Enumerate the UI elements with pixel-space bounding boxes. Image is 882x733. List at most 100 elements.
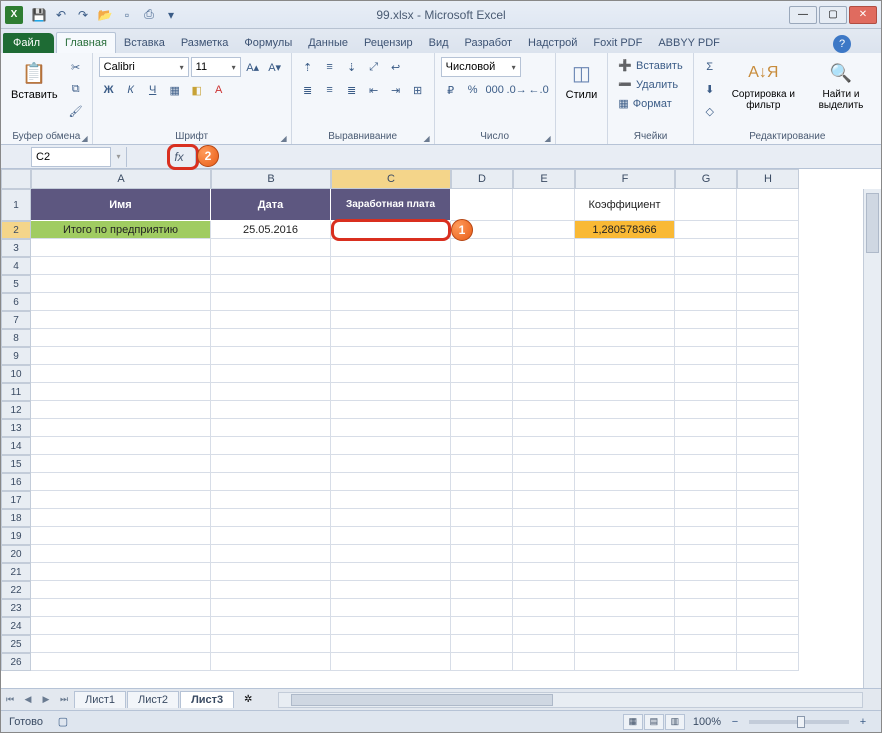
- cell-a21[interactable]: [31, 563, 211, 581]
- cell-g23[interactable]: [675, 599, 737, 617]
- cell-e16[interactable]: [513, 473, 575, 491]
- cell-e3[interactable]: [513, 239, 575, 257]
- cell-h26[interactable]: [737, 653, 799, 671]
- clear-icon[interactable]: ◇: [700, 101, 720, 121]
- cell-e4[interactable]: [513, 257, 575, 275]
- cell-f19[interactable]: [575, 527, 675, 545]
- sort-filter-button[interactable]: A↓Я Сортировка и фильтр: [724, 57, 803, 113]
- cell-d21[interactable]: [451, 563, 513, 581]
- cell-h24[interactable]: [737, 617, 799, 635]
- paste-button[interactable]: 📋 Вставить: [7, 57, 62, 103]
- cell-b24[interactable]: [211, 617, 331, 635]
- help-icon[interactable]: ?: [833, 35, 851, 53]
- cell-f8[interactable]: [575, 329, 675, 347]
- cell-a24[interactable]: [31, 617, 211, 635]
- cell-e21[interactable]: [513, 563, 575, 581]
- row-header-10[interactable]: 10: [1, 365, 31, 383]
- cell-e23[interactable]: [513, 599, 575, 617]
- align-center-icon[interactable]: ≡: [320, 80, 340, 100]
- cell-a20[interactable]: [31, 545, 211, 563]
- cell-h12[interactable]: [737, 401, 799, 419]
- cell-f12[interactable]: [575, 401, 675, 419]
- cell-e20[interactable]: [513, 545, 575, 563]
- cell-e15[interactable]: [513, 455, 575, 473]
- cell-c26[interactable]: [331, 653, 451, 671]
- col-header-c[interactable]: C: [331, 169, 451, 189]
- cell-c8[interactable]: [331, 329, 451, 347]
- cell-g21[interactable]: [675, 563, 737, 581]
- cell-h21[interactable]: [737, 563, 799, 581]
- cell-e10[interactable]: [513, 365, 575, 383]
- tab-nav-first-icon[interactable]: ⏮: [1, 691, 19, 709]
- col-header-a[interactable]: A: [31, 169, 211, 189]
- cell-g16[interactable]: [675, 473, 737, 491]
- cell-h8[interactable]: [737, 329, 799, 347]
- tab-formulas[interactable]: Формулы: [236, 33, 300, 53]
- row-header-4[interactable]: 4: [1, 257, 31, 275]
- cell-c24[interactable]: [331, 617, 451, 635]
- col-header-e[interactable]: E: [513, 169, 575, 189]
- cell-f22[interactable]: [575, 581, 675, 599]
- cell-f16[interactable]: [575, 473, 675, 491]
- cut-icon[interactable]: ✂: [66, 57, 86, 77]
- cell-b26[interactable]: [211, 653, 331, 671]
- cell-a11[interactable]: [31, 383, 211, 401]
- name-box-dropdown-icon[interactable]: ▾: [111, 147, 127, 167]
- wrap-text-icon[interactable]: ↩: [386, 57, 406, 77]
- cell-g17[interactable]: [675, 491, 737, 509]
- number-launcher-icon[interactable]: ◢: [544, 134, 550, 143]
- cell-g6[interactable]: [675, 293, 737, 311]
- cell-h9[interactable]: [737, 347, 799, 365]
- row-header-13[interactable]: 13: [1, 419, 31, 437]
- cell-e24[interactable]: [513, 617, 575, 635]
- currency-icon[interactable]: ₽: [441, 80, 461, 100]
- align-left-icon[interactable]: ≣: [298, 80, 318, 100]
- cell-e11[interactable]: [513, 383, 575, 401]
- cell-d12[interactable]: [451, 401, 513, 419]
- align-top-icon[interactable]: ⇡: [298, 57, 318, 77]
- cell-c9[interactable]: [331, 347, 451, 365]
- row-header-3[interactable]: 3: [1, 239, 31, 257]
- close-button[interactable]: ✕: [849, 6, 877, 24]
- cell-d9[interactable]: [451, 347, 513, 365]
- cell-g14[interactable]: [675, 437, 737, 455]
- cell-e26[interactable]: [513, 653, 575, 671]
- cell-b14[interactable]: [211, 437, 331, 455]
- redo-icon[interactable]: ↷: [73, 5, 93, 25]
- cell-f9[interactable]: [575, 347, 675, 365]
- cell-g1[interactable]: [675, 189, 737, 221]
- zoom-thumb[interactable]: [797, 716, 805, 728]
- cell-a16[interactable]: [31, 473, 211, 491]
- decrease-font-icon[interactable]: A▾: [265, 57, 285, 77]
- cell-b13[interactable]: [211, 419, 331, 437]
- view-normal-icon[interactable]: ▦: [623, 714, 643, 730]
- cell-e18[interactable]: [513, 509, 575, 527]
- cell-e7[interactable]: [513, 311, 575, 329]
- sheet-tab-1[interactable]: Лист1: [74, 691, 126, 708]
- row-header-11[interactable]: 11: [1, 383, 31, 401]
- cell-a2[interactable]: Итого по предприятию: [31, 221, 211, 239]
- cell-b8[interactable]: [211, 329, 331, 347]
- decrease-decimal-icon[interactable]: ←.0: [529, 80, 549, 100]
- cell-d15[interactable]: [451, 455, 513, 473]
- cell-f1[interactable]: Коэффициент: [575, 189, 675, 221]
- cell-b5[interactable]: [211, 275, 331, 293]
- cell-d22[interactable]: [451, 581, 513, 599]
- cell-b4[interactable]: [211, 257, 331, 275]
- cell-b6[interactable]: [211, 293, 331, 311]
- font-size-combo[interactable]: 11▾: [191, 57, 241, 77]
- cell-g7[interactable]: [675, 311, 737, 329]
- name-box[interactable]: C2: [31, 147, 111, 167]
- cell-d7[interactable]: [451, 311, 513, 329]
- cell-f21[interactable]: [575, 563, 675, 581]
- formula-input[interactable]: [195, 147, 881, 167]
- row-header-16[interactable]: 16: [1, 473, 31, 491]
- sheet-tab-2[interactable]: Лист2: [127, 691, 179, 708]
- cell-g13[interactable]: [675, 419, 737, 437]
- cell-c17[interactable]: [331, 491, 451, 509]
- view-page-break-icon[interactable]: ▥: [665, 714, 685, 730]
- cell-g26[interactable]: [675, 653, 737, 671]
- cell-g4[interactable]: [675, 257, 737, 275]
- align-launcher-icon[interactable]: ◢: [423, 134, 429, 143]
- row-header-21[interactable]: 21: [1, 563, 31, 581]
